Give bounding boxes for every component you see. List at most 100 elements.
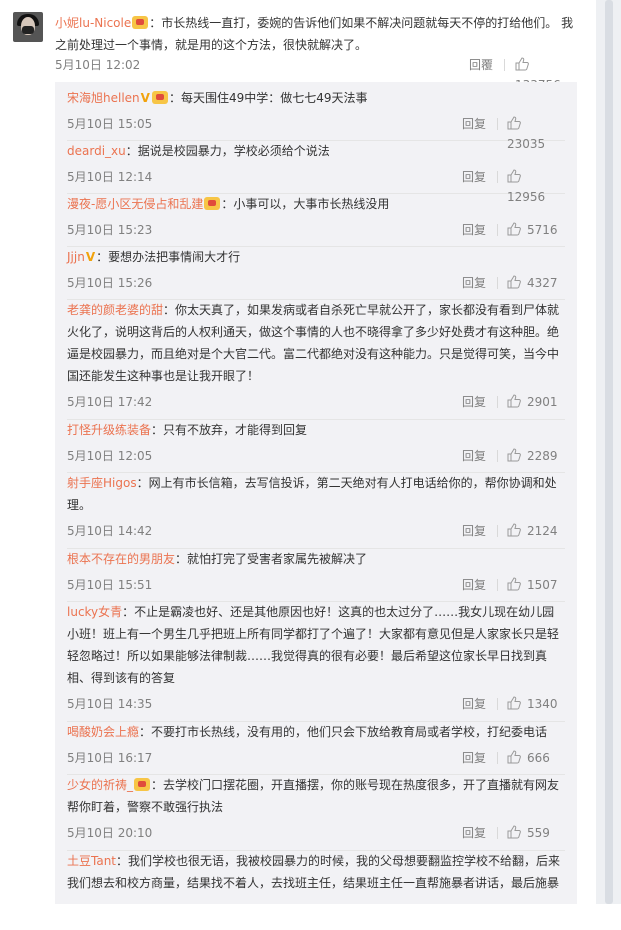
reply-button[interactable]: 回复 bbox=[462, 273, 486, 293]
username-link[interactable]: 喝酸奶会上瘾 bbox=[67, 725, 139, 739]
reply-item: 打怪升级练装备：只有不放弃，才能得到回复 5月10日 12:05 回复 2289 bbox=[67, 419, 565, 473]
like-count: 5716 bbox=[527, 223, 558, 237]
comment-time: 5月10日 17:42 bbox=[67, 395, 153, 409]
thumbs-up-icon bbox=[507, 696, 521, 710]
thumbs-up-icon bbox=[507, 222, 521, 236]
reply-meta: 5月10日 20:10 回复 559 bbox=[67, 823, 565, 843]
verified-v-icon: V bbox=[85, 250, 96, 264]
thumbs-up-icon bbox=[507, 116, 521, 130]
reply-button[interactable]: 回覆 bbox=[469, 55, 493, 75]
like-button[interactable]: 2124 bbox=[507, 521, 558, 541]
username-link[interactable]: 射手座Higos bbox=[67, 476, 137, 490]
reply-meta: 5月10日 15:26 回复 4327 bbox=[67, 273, 565, 293]
reply-text: 根本不存在的男朋友：就怕打完了受害者家属先被解决了 bbox=[67, 548, 565, 570]
divider bbox=[497, 277, 498, 289]
reply-button[interactable]: 回复 bbox=[462, 446, 486, 466]
reply-text: lucky女青：不止是霸凌也好、还是其他原因也好！这真的也太过分了……我女儿现在… bbox=[67, 601, 565, 689]
username-link[interactable]: Jjjn bbox=[67, 250, 85, 264]
verified-v-icon: V bbox=[140, 91, 150, 105]
divider bbox=[504, 59, 505, 71]
username-link[interactable]: 根本不存在的男朋友 bbox=[67, 552, 175, 566]
reply-button[interactable]: 回复 bbox=[462, 392, 486, 412]
reply-text: 漫夜-愿小区无侵占和乱建 ：小事可以，大事市长热线没用 bbox=[67, 193, 565, 215]
comment-time: 5月10日 15:51 bbox=[67, 578, 153, 592]
fan-badge-icon bbox=[134, 778, 151, 791]
divider bbox=[497, 224, 498, 236]
thumbs-up-icon bbox=[515, 57, 529, 71]
top-comment-meta: 5月10日 12:02 回覆 133756 bbox=[55, 55, 575, 92]
comment-body: ：要想办法把事情闹大才行 bbox=[96, 250, 241, 264]
like-button[interactable]: 4327 bbox=[507, 273, 558, 293]
avatar-mask bbox=[22, 26, 34, 34]
avatar[interactable] bbox=[13, 12, 43, 42]
reply-button[interactable]: 回复 bbox=[462, 823, 486, 843]
comment-body: ：网上有市长信箱，去写信投诉，第二天绝对有人打电话给你的，帮你协调和处理。 bbox=[67, 476, 557, 512]
fan-badge-icon bbox=[151, 91, 168, 104]
username-link[interactable]: 老龚的颜老婆的甜 bbox=[67, 303, 163, 317]
scrollbar[interactable] bbox=[596, 0, 621, 904]
reply-item: 喝酸奶会上瘾：不要打市长热线，没有用的，他们只会下放给教育局或者学校，打纪委电话… bbox=[67, 721, 565, 775]
reply-meta: 5月10日 15:51 回复 1507 bbox=[67, 575, 565, 595]
username-link[interactable]: 少女的祈祷_ bbox=[67, 778, 133, 792]
comment-body: ：小事可以，大事市长热线没用 bbox=[221, 197, 390, 211]
divider bbox=[497, 525, 498, 537]
comment-time: 5月10日 12:02 bbox=[55, 58, 141, 72]
top-comment-text: 小妮lu-Nicole ：市长热线一直打，委婉的告诉他们如果不解决问题就每天不停的… bbox=[55, 12, 585, 56]
username-link[interactable]: 土豆Tant bbox=[67, 854, 116, 868]
divider bbox=[497, 450, 498, 462]
like-button[interactable]: 5716 bbox=[507, 220, 558, 240]
reply-text: 喝酸奶会上瘾：不要打市长热线，没有用的，他们只会下放给教育局或者学校，打纪委电话 bbox=[67, 721, 565, 743]
reply-button[interactable]: 回复 bbox=[462, 521, 486, 541]
like-button[interactable]: 559 bbox=[507, 823, 550, 843]
divider bbox=[497, 171, 498, 183]
reply-text: 打怪升级练装备：只有不放弃，才能得到回复 bbox=[67, 419, 565, 441]
username-link[interactable]: 小妮lu-Nicole bbox=[55, 16, 131, 30]
fan-badge-icon bbox=[204, 197, 221, 210]
like-button[interactable]: 666 bbox=[507, 748, 550, 768]
comment-body: ：每天围住49中学：做七七49天法事 bbox=[168, 91, 368, 105]
like-count: 559 bbox=[527, 826, 550, 840]
reply-item: 老龚的颜老婆的甜：你太天真了，如果发病或者自杀死亡早就公开了，家长都没有看到尸体… bbox=[67, 299, 565, 420]
comment-time: 5月10日 14:35 bbox=[67, 697, 153, 711]
reply-button[interactable]: 回复 bbox=[462, 575, 486, 595]
thumbs-up-icon bbox=[507, 523, 521, 537]
reply-meta: 5月10日 15:23 回复 5716 bbox=[67, 220, 565, 240]
like-count: 4327 bbox=[527, 276, 558, 290]
divider bbox=[497, 579, 498, 591]
reply-button[interactable]: 回复 bbox=[462, 167, 486, 187]
username-link[interactable]: 打怪升级练装备 bbox=[67, 423, 151, 437]
reply-item: 漫夜-愿小区无侵占和乱建 ：小事可以，大事市长热线没用 5月10日 15:23 回复 5… bbox=[67, 193, 565, 247]
comment-body: ：只有不放弃，才能得到回复 bbox=[151, 423, 308, 437]
reply-button[interactable]: 回复 bbox=[462, 220, 486, 240]
scrollbar-thumb[interactable] bbox=[605, 0, 613, 904]
reply-meta: 5月10日 14:42 回复 2124 bbox=[67, 521, 565, 541]
reply-meta: 5月10日 14:35 回复 1340 bbox=[67, 694, 565, 714]
reply-button[interactable]: 回复 bbox=[462, 748, 486, 768]
reply-item: 宋海旭hellenV ：每天围住49中学：做七七49天法事 5月10日 15:05 回… bbox=[67, 87, 565, 151]
reply-meta: 5月10日 15:05 回复 23035 bbox=[67, 114, 565, 151]
reply-meta: 5月10日 16:17 回复 666 bbox=[67, 748, 565, 768]
reply-text: 少女的祈祷_ ：去学校门口摆花圈，开直播摆，你的账号现在热度很多，开了直播就有网友… bbox=[67, 774, 565, 818]
username-link[interactable]: deardi_xu bbox=[67, 144, 126, 158]
username-link[interactable]: 漫夜-愿小区无侵占和乱建 bbox=[67, 197, 203, 211]
thumbs-up-icon bbox=[507, 750, 521, 764]
divider bbox=[497, 396, 498, 408]
like-button[interactable]: 1340 bbox=[507, 694, 558, 714]
like-button[interactable]: 2289 bbox=[507, 446, 558, 466]
username-link[interactable]: 宋海旭hellen bbox=[67, 91, 140, 105]
reply-item: JjjnV：要想办法把事情闹大才行 5月10日 15:26 回复 4327 bbox=[67, 246, 565, 300]
like-button[interactable]: 2901 bbox=[507, 392, 558, 412]
comment-body: ：据说是校园暴力，学校必须给个说法 bbox=[125, 144, 330, 158]
reply-item: 根本不存在的男朋友：就怕打完了受害者家属先被解决了 5月10日 15:51 回复 15… bbox=[67, 548, 565, 602]
comment-time: 5月10日 12:14 bbox=[67, 170, 153, 184]
reply-button[interactable]: 回复 bbox=[462, 694, 486, 714]
reply-meta: 5月10日 12:14 回复 12956 bbox=[67, 167, 565, 204]
like-button[interactable]: 1507 bbox=[507, 575, 558, 595]
comment-body: ：就怕打完了受害者家属先被解决了 bbox=[175, 552, 368, 566]
thumbs-up-icon bbox=[507, 169, 521, 183]
thumbs-up-icon bbox=[507, 577, 521, 591]
divider bbox=[497, 118, 498, 130]
reply-button[interactable]: 回复 bbox=[462, 114, 486, 134]
username-link[interactable]: lucky女青 bbox=[67, 605, 122, 619]
comment-time: 5月10日 12:05 bbox=[67, 449, 153, 463]
